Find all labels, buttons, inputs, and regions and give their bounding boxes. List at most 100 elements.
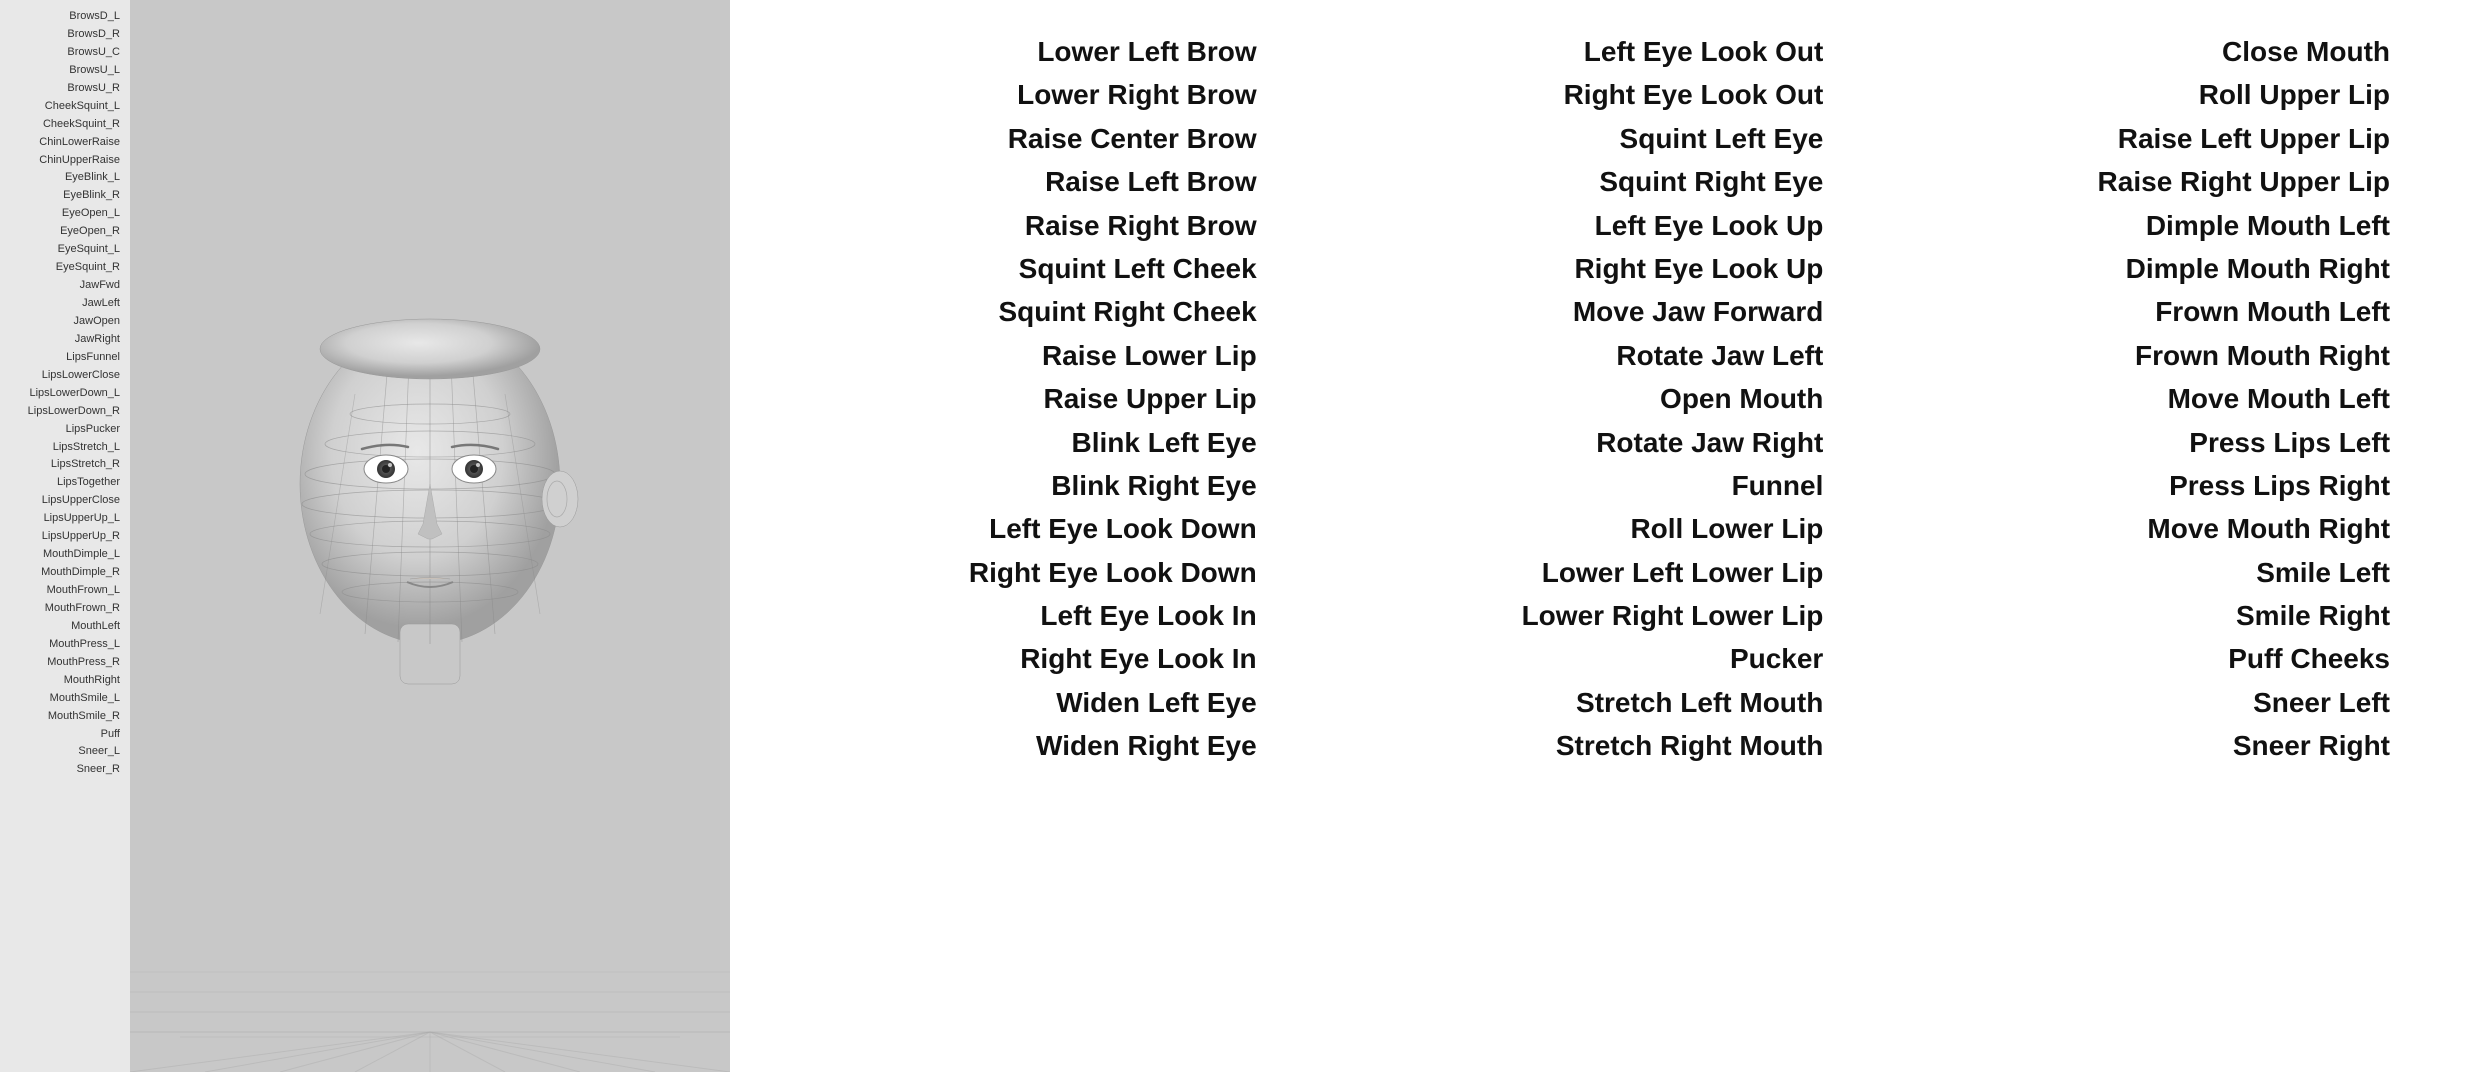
morph-item: Sneer Right xyxy=(2233,724,2390,767)
morph-item: Frown Mouth Left xyxy=(2155,290,2390,333)
sidebar-item: MouthDimple_R xyxy=(4,564,126,582)
morph-item: Smile Right xyxy=(2236,594,2390,637)
sidebar-item: LipsTogether xyxy=(4,474,126,492)
morph-item: Move Mouth Right xyxy=(2147,507,2390,550)
morph-item: Lower Right Brow xyxy=(1017,73,1257,116)
morph-item: Dimple Mouth Right xyxy=(2126,247,2390,290)
morph-item: Squint Right Eye xyxy=(1599,160,1823,203)
morph-item: Open Mouth xyxy=(1660,377,1823,420)
morph-item: Left Eye Look Down xyxy=(989,507,1257,550)
sidebar-item: MouthPress_R xyxy=(4,654,126,672)
morph-item: Right Eye Look In xyxy=(1020,637,1256,680)
grid-floor xyxy=(130,872,730,1072)
morph-item: Squint Left Cheek xyxy=(1019,247,1257,290)
sidebar-item: MouthLeft xyxy=(4,618,126,636)
sidebar-item: EyeBlink_L xyxy=(4,169,126,187)
morph-item: Squint Right Cheek xyxy=(998,290,1256,333)
morph-item: Roll Upper Lip xyxy=(2199,73,2390,116)
sidebar-item: JawRight xyxy=(4,331,126,349)
morph-item: Move Jaw Forward xyxy=(1573,290,1824,333)
sidebar-item: JawFwd xyxy=(4,277,126,295)
morph-list-area: Lower Left BrowLower Right BrowRaise Cen… xyxy=(730,0,2470,1072)
morph-item: Roll Lower Lip xyxy=(1630,507,1823,550)
sidebar-item: LipsPucker xyxy=(4,421,126,439)
sidebar-item: LipsFunnel xyxy=(4,349,126,367)
sidebar-item: LipsLowerDown_L xyxy=(4,385,126,403)
morph-item: Dimple Mouth Left xyxy=(2146,204,2390,247)
morph-item: Left Eye Look In xyxy=(1040,594,1256,637)
morph-item: Right Eye Look Up xyxy=(1574,247,1823,290)
sidebar-item: BrowsU_C xyxy=(4,44,126,62)
sidebar-item: ChinLowerRaise xyxy=(4,134,126,152)
morph-item: Stretch Right Mouth xyxy=(1556,724,1824,767)
sidebar-item: JawOpen xyxy=(4,313,126,331)
morph-item: Raise Right Brow xyxy=(1025,204,1257,247)
morph-column-1: Lower Left BrowLower Right BrowRaise Cen… xyxy=(750,30,1317,768)
sidebar-item: MouthPress_L xyxy=(4,636,126,654)
morph-item: Lower Right Lower Lip xyxy=(1522,594,1824,637)
sidebar-item: LipsLowerDown_R xyxy=(4,403,126,421)
sidebar-item: EyeOpen_L xyxy=(4,205,126,223)
sidebar-item: Puff xyxy=(4,726,126,744)
sidebar-item: Sneer_R xyxy=(4,761,126,779)
sidebar-item: EyeSquint_R xyxy=(4,259,126,277)
sidebar-item: BrowsD_L xyxy=(4,8,126,26)
morph-column-3: Close MouthRoll Upper LipRaise Left Uppe… xyxy=(1883,30,2450,768)
morph-item: Press Lips Right xyxy=(2169,464,2390,507)
morph-item: Press Lips Left xyxy=(2189,421,2390,464)
morph-item: Smile Left xyxy=(2256,551,2390,594)
sidebar-item: MouthFrown_R xyxy=(4,600,126,618)
morph-item: Lower Left Lower Lip xyxy=(1542,551,1824,594)
sidebar-item: EyeSquint_L xyxy=(4,241,126,259)
sidebar-item: MouthDimple_L xyxy=(4,546,126,564)
morph-item: Lower Left Brow xyxy=(1037,30,1256,73)
sidebar-item: ChinUpperRaise xyxy=(4,152,126,170)
sidebar-item: MouthRight xyxy=(4,672,126,690)
sidebar-item: BrowsU_R xyxy=(4,80,126,98)
morph-item: Stretch Left Mouth xyxy=(1576,681,1823,724)
morph-item: Raise Left Upper Lip xyxy=(2118,117,2390,160)
morph-item: Raise Center Brow xyxy=(1008,117,1257,160)
morph-item: Raise Lower Lip xyxy=(1042,334,1257,377)
morph-item: Widen Left Eye xyxy=(1056,681,1256,724)
sidebar-item: LipsStretch_L xyxy=(4,439,126,457)
morph-item: Frown Mouth Right xyxy=(2135,334,2390,377)
morph-item: Raise Upper Lip xyxy=(1044,377,1257,420)
morph-item: Left Eye Look Out xyxy=(1584,30,1824,73)
sidebar-item: EyeBlink_R xyxy=(4,187,126,205)
morph-item: Rotate Jaw Right xyxy=(1596,421,1823,464)
sidebar-item: MouthSmile_R xyxy=(4,708,126,726)
morph-item: Blink Right Eye xyxy=(1051,464,1256,507)
sidebar-item: CheekSquint_R xyxy=(4,116,126,134)
sidebar-item: BrowsU_L xyxy=(4,62,126,80)
morph-item: Close Mouth xyxy=(2222,30,2390,73)
morph-item: Right Eye Look Out xyxy=(1564,73,1824,116)
morph-column-2: Left Eye Look OutRight Eye Look OutSquin… xyxy=(1317,30,1884,768)
sidebar-item: LipsStretch_R xyxy=(4,456,126,474)
sidebar-item: MouthSmile_L xyxy=(4,690,126,708)
sidebar-item: LipsUpperClose xyxy=(4,492,126,510)
face-3d-model xyxy=(280,314,580,699)
morph-item: Funnel xyxy=(1732,464,1824,507)
morph-item: Raise Left Brow xyxy=(1045,160,1257,203)
morph-item: Blink Left Eye xyxy=(1072,421,1257,464)
morph-item: Rotate Jaw Left xyxy=(1616,334,1823,377)
morph-item: Right Eye Look Down xyxy=(969,551,1257,594)
morph-item: Sneer Left xyxy=(2253,681,2390,724)
morph-item: Pucker xyxy=(1730,637,1823,680)
morph-item: Left Eye Look Up xyxy=(1595,204,1824,247)
morph-item: Squint Left Eye xyxy=(1620,117,1824,160)
sidebar: BrowsD_LBrowsD_RBrowsU_CBrowsU_LBrowsU_R… xyxy=(0,0,130,1072)
morph-item: Raise Right Upper Lip xyxy=(2098,160,2390,203)
sidebar-item: LipsUpperUp_R xyxy=(4,528,126,546)
morph-item: Move Mouth Left xyxy=(2168,377,2390,420)
sidebar-item: CheekSquint_L xyxy=(4,98,126,116)
sidebar-item: LipsUpperUp_L xyxy=(4,510,126,528)
sidebar-item: Sneer_L xyxy=(4,743,126,761)
viewport-3d xyxy=(130,0,730,1072)
morph-item: Widen Right Eye xyxy=(1036,724,1257,767)
sidebar-item: BrowsD_R xyxy=(4,26,126,44)
sidebar-item: LipsLowerClose xyxy=(4,367,126,385)
sidebar-item: MouthFrown_L xyxy=(4,582,126,600)
sidebar-item: JawLeft xyxy=(4,295,126,313)
